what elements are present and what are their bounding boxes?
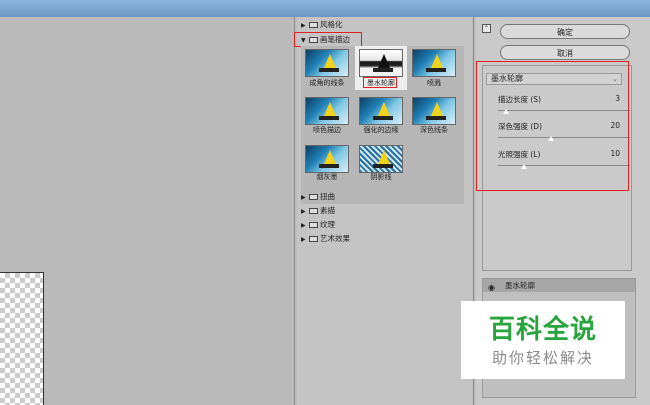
- folder-row-texture[interactable]: ▶ 纹理: [301, 220, 335, 230]
- folder-icon: [309, 222, 318, 228]
- annotation-highlight-filter: [363, 77, 397, 88]
- folder-icon: [309, 194, 318, 200]
- filter-thumb-crosshatch[interactable]: [359, 145, 403, 173]
- filter-label: 喷色描边: [313, 126, 341, 134]
- filter-thumbnails-panel: 成角的线条 墨水轮廓 喷溅 喷色描边 强化的边缘 深色线条 烟灰墨 阴影线: [301, 46, 464, 204]
- filter-gallery: ▶ 风格化 ▼ 画笔描边 成角的线条 墨水轮廓 喷溅 喷色描边 强化的边缘 深色线条…: [294, 17, 472, 405]
- filter-label: 成角的线条: [309, 79, 345, 87]
- filter-label: 喷溅: [427, 79, 441, 87]
- folder-row-sketch[interactable]: ▶ 素描: [301, 206, 335, 216]
- ok-button[interactable]: 确定: [500, 24, 630, 39]
- filter-label: 烟灰墨: [316, 173, 338, 181]
- effect-layer-row[interactable]: ◉ 墨水轮廓: [483, 279, 635, 292]
- splitter[interactable]: [294, 17, 295, 405]
- eye-icon[interactable]: ◉: [488, 281, 495, 294]
- collapse-gallery-icon[interactable]: ⌃: [482, 24, 491, 33]
- collapsed-arrow-icon: ▶: [301, 236, 306, 243]
- filter-thumb-sprayed-strokes[interactable]: [305, 97, 349, 125]
- collapsed-arrow-icon: ▶: [301, 194, 306, 201]
- collapsed-arrow-icon: ▶: [301, 208, 306, 215]
- preview-area[interactable]: [0, 17, 294, 405]
- filter-label: 强化的边缘: [363, 126, 399, 134]
- folder-row-artistic[interactable]: ▶ 艺术效果: [301, 234, 350, 244]
- title-bar: [0, 0, 650, 17]
- watermark: 百科全说 助你轻松解决: [461, 301, 625, 379]
- transparent-canvas-preview: [0, 272, 44, 405]
- folder-row-stylize[interactable]: ▶ 风格化: [301, 20, 343, 30]
- filter-thumb-spatter[interactable]: [412, 49, 456, 77]
- annotation-highlight-settings: [476, 61, 629, 191]
- folder-label: 风格化: [320, 20, 343, 29]
- folder-icon: [309, 236, 318, 242]
- folder-icon: [309, 22, 318, 28]
- watermark-title: 百科全说: [488, 315, 597, 345]
- folder-label: 艺术效果: [320, 234, 350, 243]
- filter-label: 深色线条: [420, 126, 448, 134]
- collapsed-arrow-icon: ▶: [301, 22, 306, 29]
- folder-row-distort[interactable]: ▶ 扭曲: [301, 192, 335, 202]
- folder-label: 纹理: [320, 220, 335, 229]
- filter-thumb-sumi-e[interactable]: [305, 145, 349, 173]
- folder-label: 扭曲: [320, 192, 335, 201]
- annotation-highlight-folder: [294, 32, 362, 47]
- collapsed-arrow-icon: ▶: [301, 222, 306, 229]
- folder-icon: [309, 208, 318, 214]
- folder-label: 素描: [320, 206, 335, 215]
- filter-thumb-angled-strokes[interactable]: [305, 49, 349, 77]
- filter-label: 阴影线: [370, 173, 392, 181]
- cancel-button[interactable]: 取消: [500, 45, 630, 60]
- effect-layer-name: 墨水轮廓: [505, 281, 535, 290]
- filter-thumb-dark-strokes[interactable]: [412, 97, 456, 125]
- filter-thumb-accented-edges[interactable]: [359, 97, 403, 125]
- filter-thumb-ink-outlines[interactable]: [359, 49, 403, 77]
- watermark-subtitle: 助你轻松解决: [491, 349, 594, 367]
